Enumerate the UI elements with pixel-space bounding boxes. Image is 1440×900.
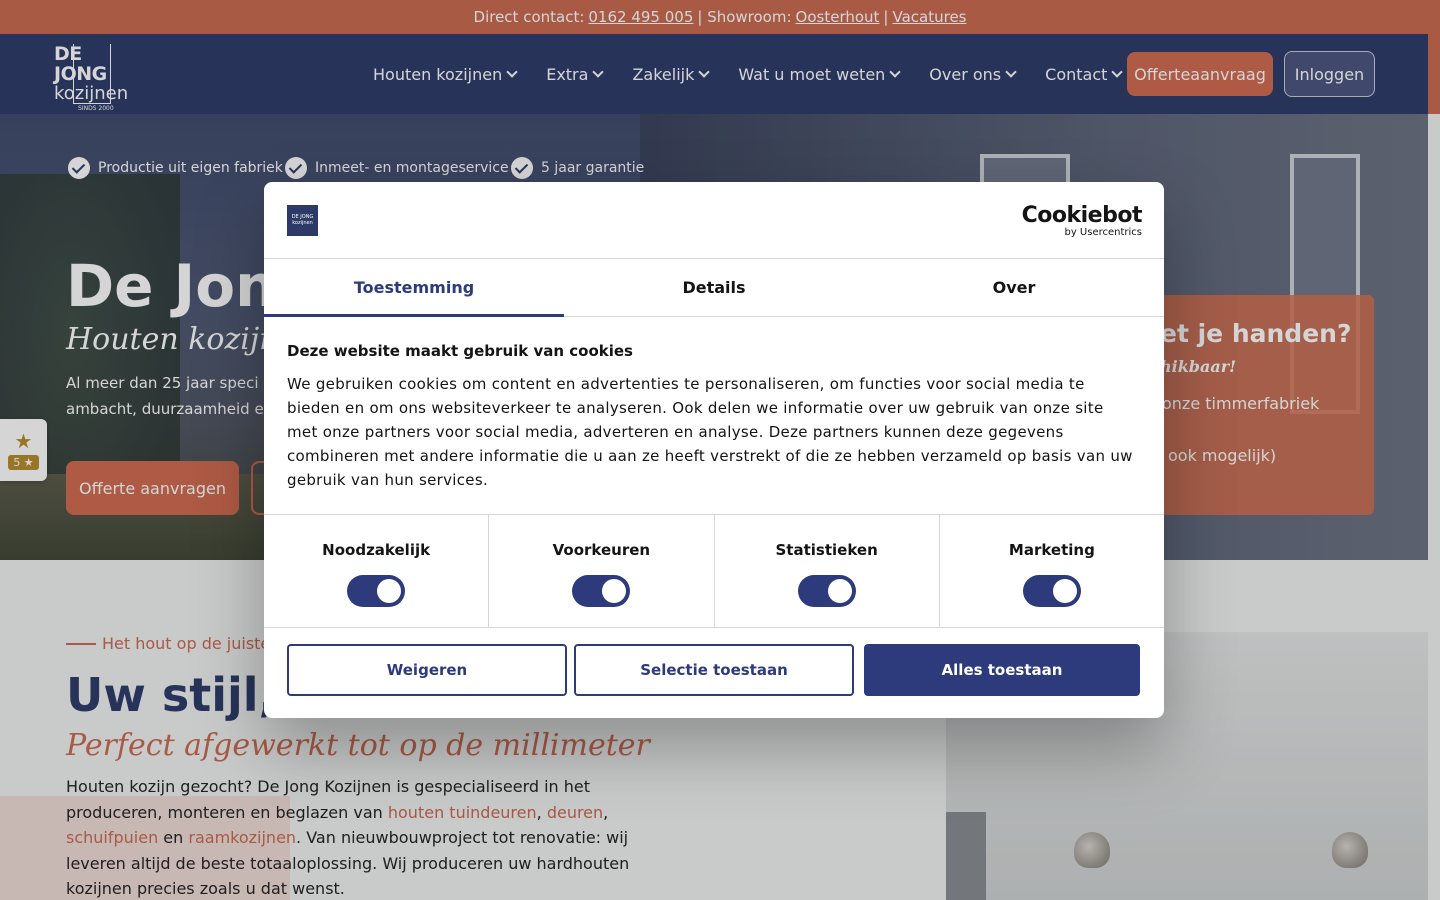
dialog-tabs: Toestemming Details Over: [264, 259, 1164, 317]
dialog-text: We gebruiken cookies om content en adver…: [287, 375, 1133, 489]
consent-label: Voorkeuren: [552, 541, 651, 559]
consent-necessary: Noodzakelijk: [264, 515, 490, 627]
cookie-consent-dialog: DE JONG kozijnen Cookiebot by Usercentri…: [264, 182, 1164, 718]
tab-details[interactable]: Details: [564, 259, 864, 316]
consent-marketing: Marketing: [940, 515, 1164, 627]
statistics-toggle[interactable]: [797, 575, 856, 607]
consent-label: Statistieken: [775, 541, 878, 559]
consent-statistics: Statistieken: [715, 515, 940, 627]
allow-all-button[interactable]: Alles toestaan: [864, 644, 1140, 696]
allow-selection-button[interactable]: Selectie toestaan: [574, 644, 854, 696]
consent-categories: Noodzakelijk Voorkeuren Statistieken Mar…: [264, 514, 1164, 628]
tab-toestemming[interactable]: Toestemming: [264, 259, 564, 317]
consent-label: Noodzakelijk: [322, 541, 431, 559]
cookiebot-brand: Cookiebot: [1021, 203, 1143, 228]
dialog-header: DE JONG kozijnen Cookiebot by Usercentri…: [264, 182, 1164, 259]
consent-label: Marketing: [1008, 541, 1095, 559]
preferences-toggle[interactable]: [572, 575, 631, 607]
tab-over[interactable]: Over: [864, 259, 1164, 316]
deny-button[interactable]: Weigeren: [287, 644, 567, 696]
cookiebot-brand-sub: by Usercentrics: [1064, 227, 1142, 238]
necessary-toggle[interactable]: [347, 575, 406, 607]
cookiebot-logo[interactable]: Cookiebot by Usercentrics: [1021, 203, 1143, 238]
marketing-toggle[interactable]: [1022, 575, 1081, 607]
consent-preferences: Voorkeuren: [489, 515, 715, 627]
dialog-logo: DE JONG kozijnen: [287, 205, 318, 236]
dialog-heading: Deze website maakt gebruik van cookies: [287, 342, 633, 360]
dialog-body: Deze website maakt gebruik van cookies W…: [287, 342, 1137, 492]
